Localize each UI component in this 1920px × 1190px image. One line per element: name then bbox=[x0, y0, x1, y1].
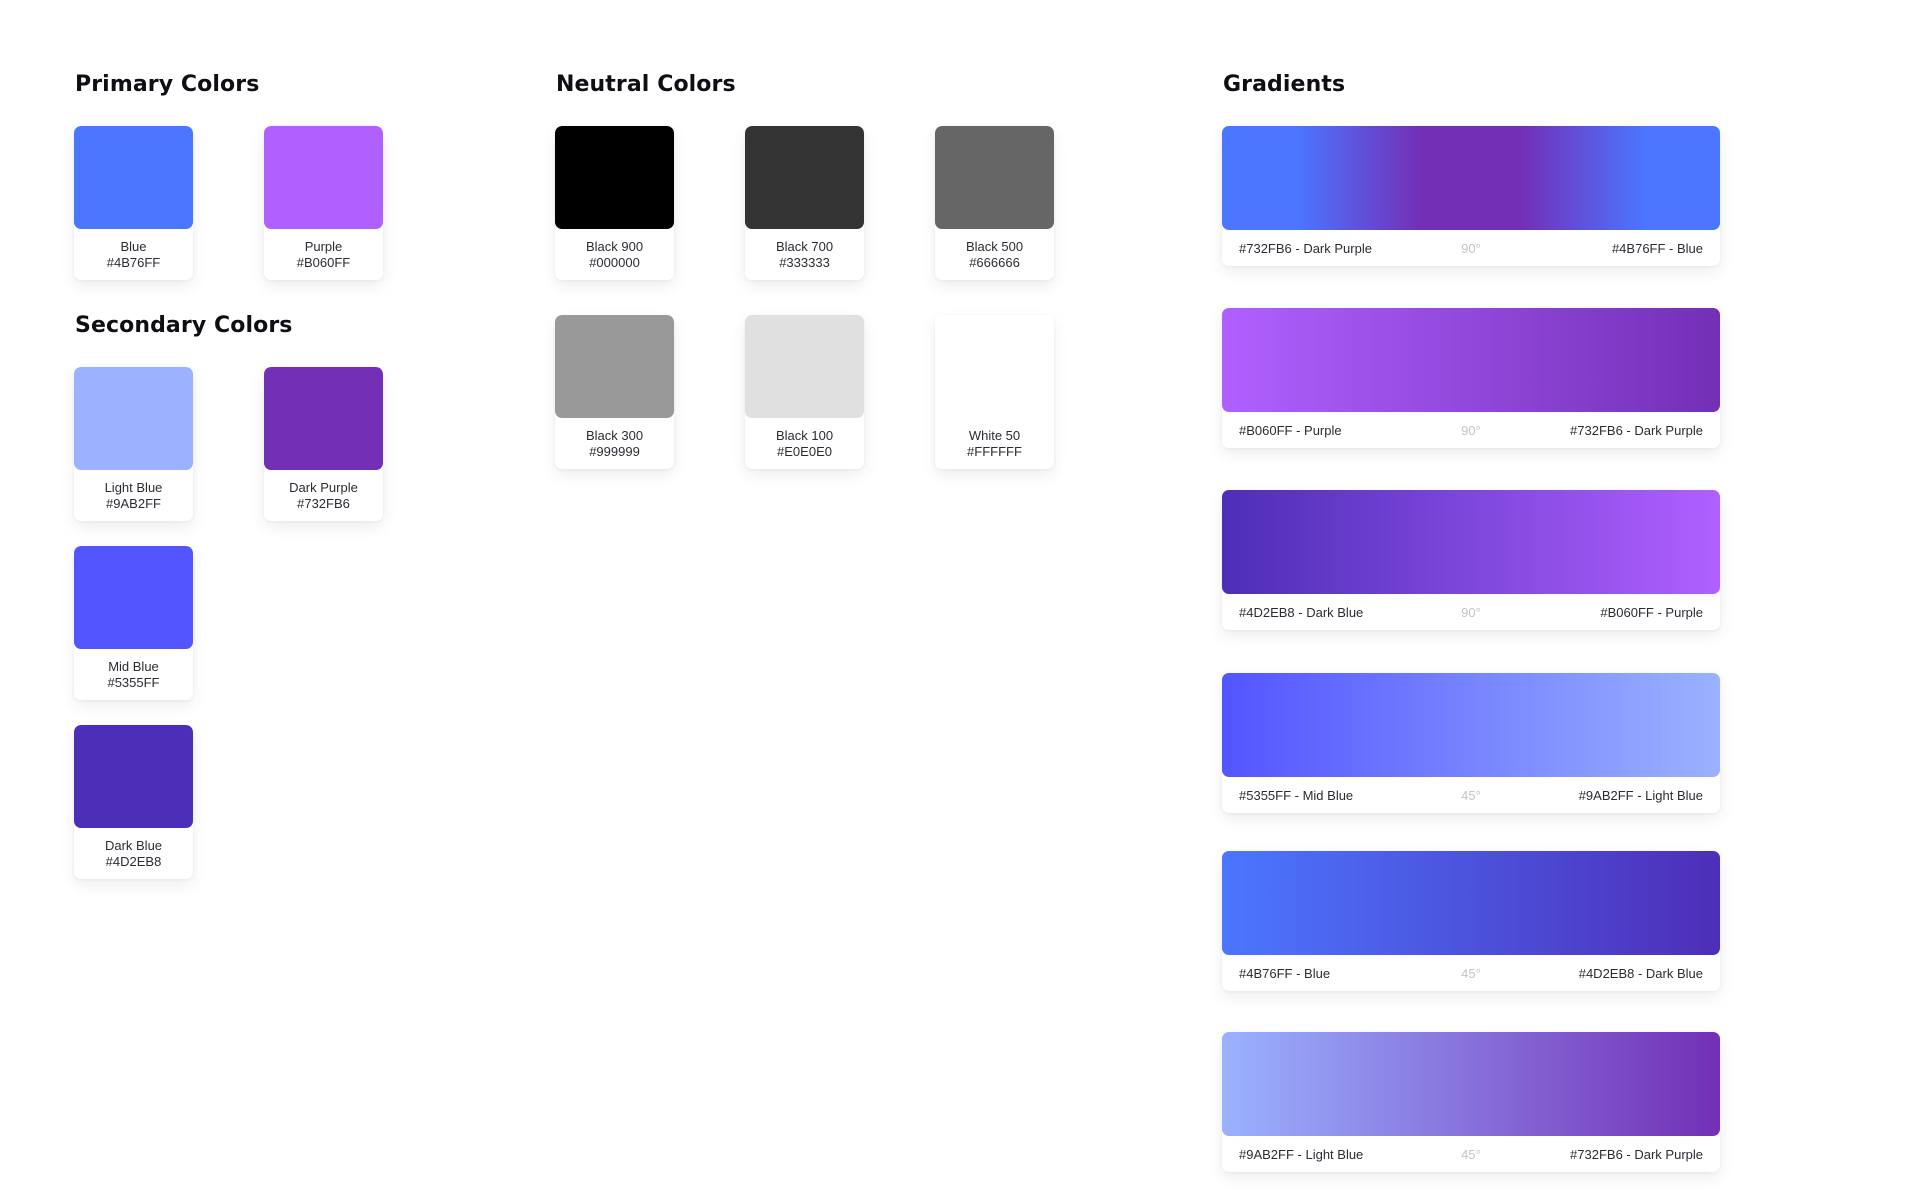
color-chip bbox=[935, 126, 1054, 229]
swatch-black-900[interactable]: Black 900 #000000 bbox=[555, 126, 674, 280]
swatch-mid-blue[interactable]: Mid Blue #5355FF bbox=[74, 546, 193, 700]
color-chip bbox=[74, 546, 193, 649]
swatch-light-blue[interactable]: Light Blue #9AB2FF bbox=[74, 367, 193, 521]
swatch-purple[interactable]: Purple #B060FF bbox=[264, 126, 383, 280]
color-chip bbox=[264, 126, 383, 229]
swatch-name: Blue bbox=[120, 239, 147, 254]
color-chip bbox=[74, 126, 193, 229]
color-chip bbox=[74, 367, 193, 470]
swatch-name: White 50 bbox=[968, 428, 1021, 443]
gradient-end-label: #4B76FF - Blue bbox=[1611, 241, 1703, 256]
color-chip bbox=[935, 315, 1054, 418]
gradient-end-label: #4D2EB8 - Dark Blue bbox=[1578, 966, 1703, 981]
gradient-bar bbox=[1222, 490, 1720, 594]
swatch-hex: #000000 bbox=[589, 255, 640, 270]
color-chip bbox=[264, 367, 383, 470]
gradient-end-label: #732FB6 - Dark Purple bbox=[1570, 1147, 1703, 1162]
gradient-start-label: #B060FF - Purple bbox=[1239, 423, 1342, 438]
swatch-hex: #5355FF bbox=[107, 675, 160, 690]
gradient-card-purple-dark-purple[interactable]: 90° #B060FF - Purple #732FB6 - Dark Purp… bbox=[1222, 308, 1720, 448]
swatch-name: Black 900 bbox=[585, 239, 644, 254]
color-chip bbox=[745, 315, 864, 418]
gradient-bar bbox=[1222, 851, 1720, 955]
color-chip bbox=[555, 315, 674, 418]
swatch-hex: #666666 bbox=[969, 255, 1020, 270]
swatch-dark-blue[interactable]: Dark Blue #4D2EB8 bbox=[74, 725, 193, 879]
swatch-black-500[interactable]: Black 500 #666666 bbox=[935, 126, 1054, 280]
swatch-hex: #9AB2FF bbox=[106, 496, 161, 511]
swatch-hex: #B060FF bbox=[296, 255, 351, 270]
gradient-card-light-blue-dark-purple[interactable]: 45° #9AB2FF - Light Blue #732FB6 - Dark … bbox=[1222, 1032, 1720, 1172]
gradient-card-dark-blue-purple[interactable]: 90° #4D2EB8 - Dark Blue #B060FF - Purple bbox=[1222, 490, 1720, 630]
gradient-card-blue-dark-blue[interactable]: 45° #4B76FF - Blue #4D2EB8 - Dark Blue bbox=[1222, 851, 1720, 991]
swatch-black-300[interactable]: Black 300 #999999 bbox=[555, 315, 674, 469]
swatch-hex: #FFFFFF bbox=[967, 444, 1022, 459]
swatch-blue[interactable]: Blue #4B76FF bbox=[74, 126, 193, 280]
secondary-colors-title: Secondary Colors bbox=[75, 313, 293, 338]
swatch-hex: #333333 bbox=[779, 255, 830, 270]
color-chip bbox=[745, 126, 864, 229]
swatch-hex: #732FB6 bbox=[297, 496, 350, 511]
gradient-start-label: #4D2EB8 - Dark Blue bbox=[1239, 605, 1364, 620]
neutral-colors-title: Neutral Colors bbox=[556, 72, 736, 97]
gradient-bar bbox=[1222, 673, 1720, 777]
gradient-start-label: #4B76FF - Blue bbox=[1239, 966, 1331, 981]
color-chip bbox=[555, 126, 674, 229]
gradient-start-label: #732FB6 - Dark Purple bbox=[1239, 241, 1372, 256]
swatch-white-50[interactable]: White 50 #FFFFFF bbox=[935, 315, 1054, 469]
gradient-card-mid-blue-light-blue[interactable]: 45° #5355FF - Mid Blue #9AB2FF - Light B… bbox=[1222, 673, 1720, 813]
swatch-black-700[interactable]: Black 700 #333333 bbox=[745, 126, 864, 280]
gradient-start-label: #5355FF - Mid Blue bbox=[1239, 788, 1354, 803]
swatch-name: Dark Purple bbox=[289, 480, 358, 495]
gradients-title: Gradients bbox=[1223, 72, 1346, 97]
swatch-name: Light Blue bbox=[104, 480, 163, 495]
gradient-start-label: #9AB2FF - Light Blue bbox=[1239, 1147, 1364, 1162]
swatch-name: Black 700 bbox=[775, 239, 834, 254]
gradient-end-label: #9AB2FF - Light Blue bbox=[1578, 788, 1703, 803]
swatch-dark-purple[interactable]: Dark Purple #732FB6 bbox=[264, 367, 383, 521]
swatch-name: Black 300 bbox=[585, 428, 644, 443]
swatch-hex: #4B76FF bbox=[106, 255, 161, 270]
swatch-hex: #E0E0E0 bbox=[777, 444, 832, 459]
swatch-black-100[interactable]: Black 100 #E0E0E0 bbox=[745, 315, 864, 469]
swatch-name: Black 500 bbox=[965, 239, 1024, 254]
swatch-name: Mid Blue bbox=[108, 659, 159, 674]
swatch-hex: #999999 bbox=[589, 444, 640, 459]
swatch-hex: #4D2EB8 bbox=[105, 854, 162, 869]
gradient-bar bbox=[1222, 1032, 1720, 1136]
gradient-end-label: #B060FF - Purple bbox=[1600, 605, 1703, 620]
gradient-bar bbox=[1222, 126, 1720, 230]
gradient-end-label: #732FB6 - Dark Purple bbox=[1570, 423, 1703, 438]
swatch-name: Purple bbox=[304, 239, 343, 254]
gradient-card-dark-purple-blue[interactable]: 90° #732FB6 - Dark Purple #4B76FF - Blue bbox=[1222, 126, 1720, 266]
swatch-name: Black 100 bbox=[775, 428, 834, 443]
color-chip bbox=[74, 725, 193, 828]
primary-colors-title: Primary Colors bbox=[75, 72, 260, 97]
swatch-name: Dark Blue bbox=[104, 838, 163, 853]
gradient-bar bbox=[1222, 308, 1720, 412]
